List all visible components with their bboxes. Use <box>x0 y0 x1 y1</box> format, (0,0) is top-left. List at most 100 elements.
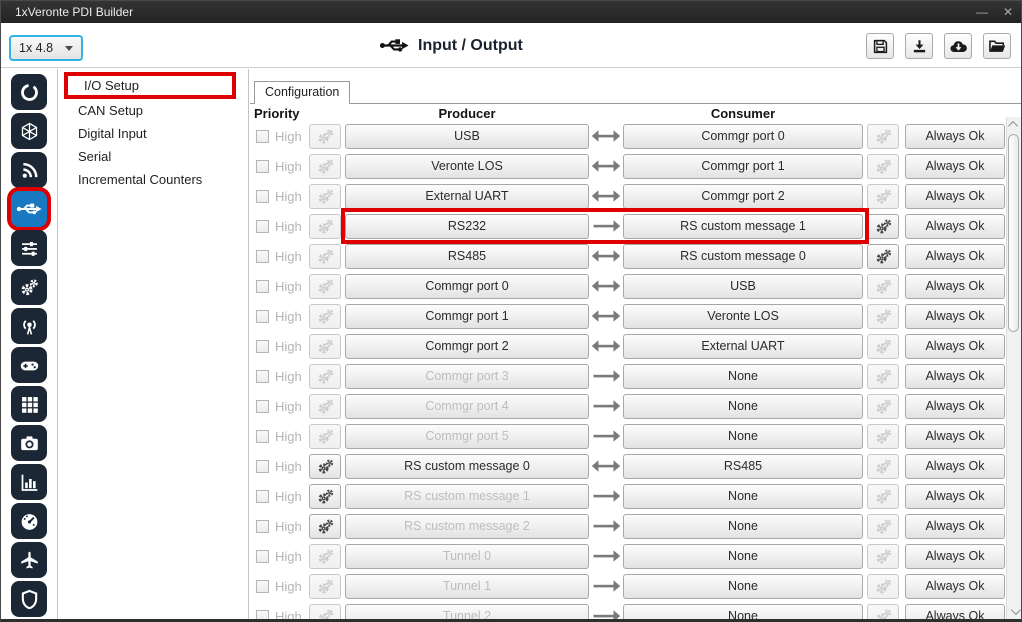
consumer-button[interactable]: Commgr port 0 <box>623 124 863 149</box>
version-dropdown[interactable]: 1x 4.8 <box>9 35 83 61</box>
priority-checkbox[interactable] <box>256 130 269 143</box>
consumer-button[interactable]: None <box>623 574 863 599</box>
producer-config-button[interactable] <box>309 424 341 449</box>
status-button[interactable]: Always Ok <box>905 424 1005 449</box>
status-button[interactable]: Always Ok <box>905 214 1005 239</box>
producer-config-button[interactable] <box>309 244 341 269</box>
producer-button[interactable]: Commgr port 1 <box>345 304 589 329</box>
producer-config-button[interactable] <box>309 334 341 359</box>
consumer-config-button[interactable] <box>867 514 899 539</box>
sidebar-item-hil[interactable] <box>11 503 47 539</box>
consumer-config-button[interactable] <box>867 244 899 269</box>
consumer-button[interactable]: USB <box>623 274 863 299</box>
sidebar-item-block-programs[interactable] <box>11 386 47 422</box>
producer-button[interactable]: Commgr port 0 <box>345 274 589 299</box>
producer-button[interactable]: Tunnel 2 <box>345 604 589 620</box>
consumer-button[interactable]: None <box>623 514 863 539</box>
producer-button[interactable]: Commgr port 4 <box>345 394 589 419</box>
status-button[interactable]: Always Ok <box>905 544 1005 569</box>
sidebar-item-telemetry[interactable] <box>11 464 47 500</box>
priority-checkbox[interactable] <box>256 610 269 620</box>
producer-config-button[interactable] <box>309 604 341 620</box>
close-button[interactable]: ✕ <box>995 1 1021 23</box>
priority-checkbox[interactable] <box>256 220 269 233</box>
priority-checkbox[interactable] <box>256 430 269 443</box>
status-button[interactable]: Always Ok <box>905 334 1005 359</box>
minimize-button[interactable]: — <box>969 1 995 23</box>
status-button[interactable]: Always Ok <box>905 154 1005 179</box>
consumer-button[interactable]: Commgr port 1 <box>623 154 863 179</box>
producer-button[interactable]: Tunnel 1 <box>345 574 589 599</box>
consumer-config-button[interactable] <box>867 484 899 509</box>
consumer-button[interactable]: None <box>623 364 863 389</box>
producer-config-button[interactable] <box>309 304 341 329</box>
consumer-config-button[interactable] <box>867 274 899 299</box>
priority-checkbox[interactable] <box>256 160 269 173</box>
status-button[interactable]: Always Ok <box>905 274 1005 299</box>
consumer-config-button[interactable] <box>867 154 899 179</box>
sidebar-item-safety[interactable] <box>11 581 47 617</box>
producer-config-button[interactable] <box>309 364 341 389</box>
consumer-button[interactable]: None <box>623 484 863 509</box>
priority-checkbox[interactable] <box>256 340 269 353</box>
priority-checkbox[interactable] <box>256 250 269 263</box>
status-button[interactable]: Always Ok <box>905 604 1005 620</box>
import-button[interactable] <box>905 33 933 59</box>
status-button[interactable]: Always Ok <box>905 364 1005 389</box>
consumer-button[interactable]: None <box>623 424 863 449</box>
sidebar-item-camera[interactable] <box>11 425 47 461</box>
consumer-config-button[interactable] <box>867 544 899 569</box>
consumer-button[interactable]: RS custom message 0 <box>623 244 863 269</box>
consumer-config-button[interactable] <box>867 184 899 209</box>
tab-configuration[interactable]: Configuration <box>254 81 350 104</box>
save-button[interactable] <box>866 33 894 59</box>
consumer-button[interactable]: RS custom message 1 <box>623 214 863 239</box>
producer-button[interactable]: Veronte LOS <box>345 154 589 179</box>
scroll-up-button[interactable] <box>1007 117 1021 132</box>
producer-config-button[interactable] <box>309 544 341 569</box>
sidebar-item-flight[interactable] <box>11 542 47 578</box>
producer-config-button[interactable] <box>309 214 341 239</box>
priority-checkbox[interactable] <box>256 370 269 383</box>
open-button[interactable] <box>983 33 1011 59</box>
consumer-config-button[interactable] <box>867 454 899 479</box>
consumer-button[interactable]: Commgr port 2 <box>623 184 863 209</box>
consumer-config-button[interactable] <box>867 364 899 389</box>
consumer-button[interactable]: None <box>623 544 863 569</box>
producer-button[interactable]: RS232 <box>345 214 589 239</box>
consumer-config-button[interactable] <box>867 214 899 239</box>
cloud-download-button[interactable] <box>944 33 972 59</box>
status-button[interactable]: Always Ok <box>905 304 1005 329</box>
producer-config-button[interactable] <box>309 394 341 419</box>
status-button[interactable]: Always Ok <box>905 184 1005 209</box>
producer-config-button[interactable] <box>309 274 341 299</box>
producer-config-button[interactable] <box>309 154 341 179</box>
priority-checkbox[interactable] <box>256 520 269 533</box>
producer-button[interactable]: RS custom message 1 <box>345 484 589 509</box>
status-button[interactable]: Always Ok <box>905 574 1005 599</box>
consumer-config-button[interactable] <box>867 424 899 449</box>
consumer-button[interactable]: Veronte LOS <box>623 304 863 329</box>
producer-button[interactable]: Commgr port 3 <box>345 364 589 389</box>
scroll-down-button[interactable] <box>1007 604 1021 619</box>
menu-item-can-setup[interactable]: CAN Setup <box>58 99 248 122</box>
consumer-button[interactable]: None <box>623 394 863 419</box>
producer-button[interactable]: RS custom message 2 <box>345 514 589 539</box>
consumer-config-button[interactable] <box>867 394 899 419</box>
sidebar-item-stick[interactable] <box>11 347 47 383</box>
status-button[interactable]: Always Ok <box>905 484 1005 509</box>
sidebar-item-telemetry-signal[interactable] <box>11 152 47 188</box>
priority-checkbox[interactable] <box>256 190 269 203</box>
status-button[interactable]: Always Ok <box>905 124 1005 149</box>
sidebar-item-navigation[interactable] <box>11 113 47 149</box>
sidebar-item-automations[interactable] <box>11 269 47 305</box>
producer-button[interactable]: Commgr port 5 <box>345 424 589 449</box>
producer-config-button[interactable] <box>309 574 341 599</box>
priority-checkbox[interactable] <box>256 550 269 563</box>
consumer-config-button[interactable] <box>867 574 899 599</box>
producer-button[interactable]: External UART <box>345 184 589 209</box>
consumer-config-button[interactable] <box>867 334 899 359</box>
consumer-config-button[interactable] <box>867 604 899 620</box>
priority-checkbox[interactable] <box>256 460 269 473</box>
producer-config-button[interactable] <box>309 184 341 209</box>
